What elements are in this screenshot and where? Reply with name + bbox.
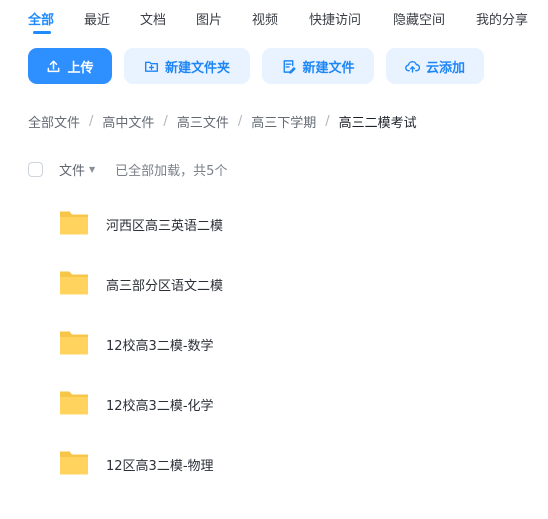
active-tab-indicator — [33, 31, 51, 34]
upload-icon — [48, 60, 60, 72]
category-tabs: 全部 最近 文档 图片 视频 快捷访问 隐藏空间 我的分享 — [0, 0, 548, 40]
folder-icon — [60, 391, 88, 415]
breadcrumb-separator: / — [163, 113, 168, 129]
new-folder-button[interactable]: 新建文件夹 — [124, 48, 250, 84]
tab-my-shares[interactable]: 我的分享 — [476, 9, 528, 28]
tab-all[interactable]: 全部 — [28, 9, 54, 28]
file-row[interactable]: 12校高3二模-数学 — [0, 320, 548, 370]
caret-down-icon: ▼ — [89, 164, 96, 174]
new-file-icon — [284, 59, 297, 74]
upload-label: 上传 — [67, 60, 94, 76]
breadcrumb-separator: / — [325, 113, 330, 129]
tab-videos[interactable]: 视频 — [252, 9, 278, 28]
sort-label: 文件 — [59, 163, 86, 179]
folder-icon — [60, 331, 88, 355]
tab-recent[interactable]: 最近 — [84, 9, 110, 28]
tab-images[interactable]: 图片 — [196, 9, 222, 28]
tab-quick-access[interactable]: 快捷访问 — [309, 9, 361, 28]
breadcrumb-high-school-files[interactable]: 高中文件 — [102, 112, 154, 131]
upload-button[interactable]: 上传 — [28, 48, 112, 84]
load-status-text: 已全部加载，共5个 — [115, 163, 228, 179]
file-row[interactable]: 河西区高三英语二模 — [0, 200, 548, 250]
breadcrumb-second-semester[interactable]: 高三下学期 — [251, 112, 316, 131]
file-name[interactable]: 12区高3二模-物理 — [106, 455, 214, 474]
cloud-add-label: 云添加 — [425, 60, 465, 76]
breadcrumb-all-files[interactable]: 全部文件 — [28, 112, 80, 131]
file-name[interactable]: 高三部分区语文二模 — [106, 275, 223, 294]
folder-icon — [60, 451, 88, 475]
tab-documents[interactable]: 文档 — [140, 9, 166, 28]
breadcrumb: 全部文件 / 高中文件 / 高三文件 / 高三下学期 / 高三二模考试 — [28, 112, 417, 131]
breadcrumb-current-folder: 高三二模考试 — [338, 115, 417, 131]
file-list-header: 文件 ▼ 已全部加载，共5个 — [28, 160, 228, 179]
folder-icon — [60, 271, 88, 295]
new-folder-label: 新建文件夹 — [164, 60, 230, 76]
file-name[interactable]: 河西区高三英语二模 — [106, 215, 223, 234]
action-toolbar: 上传 新建文件夹 新建文件 云添加 — [0, 48, 548, 84]
breadcrumb-senior-year-files[interactable]: 高三文件 — [177, 112, 229, 131]
file-row[interactable]: 12校高3二模-化学 — [0, 380, 548, 430]
tab-hidden-space[interactable]: 隐藏空间 — [393, 9, 445, 28]
file-name[interactable]: 12校高3二模-化学 — [106, 395, 214, 414]
breadcrumb-separator: / — [237, 113, 243, 129]
select-all-checkbox[interactable] — [28, 161, 43, 177]
new-folder-icon — [144, 61, 158, 72]
breadcrumb-separator: / — [89, 113, 94, 129]
sort-by-name-dropdown[interactable]: 文件 ▼ — [59, 160, 95, 179]
file-name[interactable]: 12校高3二模-数学 — [106, 335, 214, 354]
cloud-upload-icon — [405, 60, 420, 73]
cloud-add-button[interactable]: 云添加 — [386, 48, 484, 84]
new-file-label: 新建文件 — [302, 60, 355, 76]
file-row[interactable]: 高三部分区语文二模 — [0, 260, 548, 310]
folder-icon — [60, 211, 88, 235]
new-file-button[interactable]: 新建文件 — [262, 48, 374, 84]
file-row[interactable]: 12区高3二模-物理 — [0, 440, 548, 490]
